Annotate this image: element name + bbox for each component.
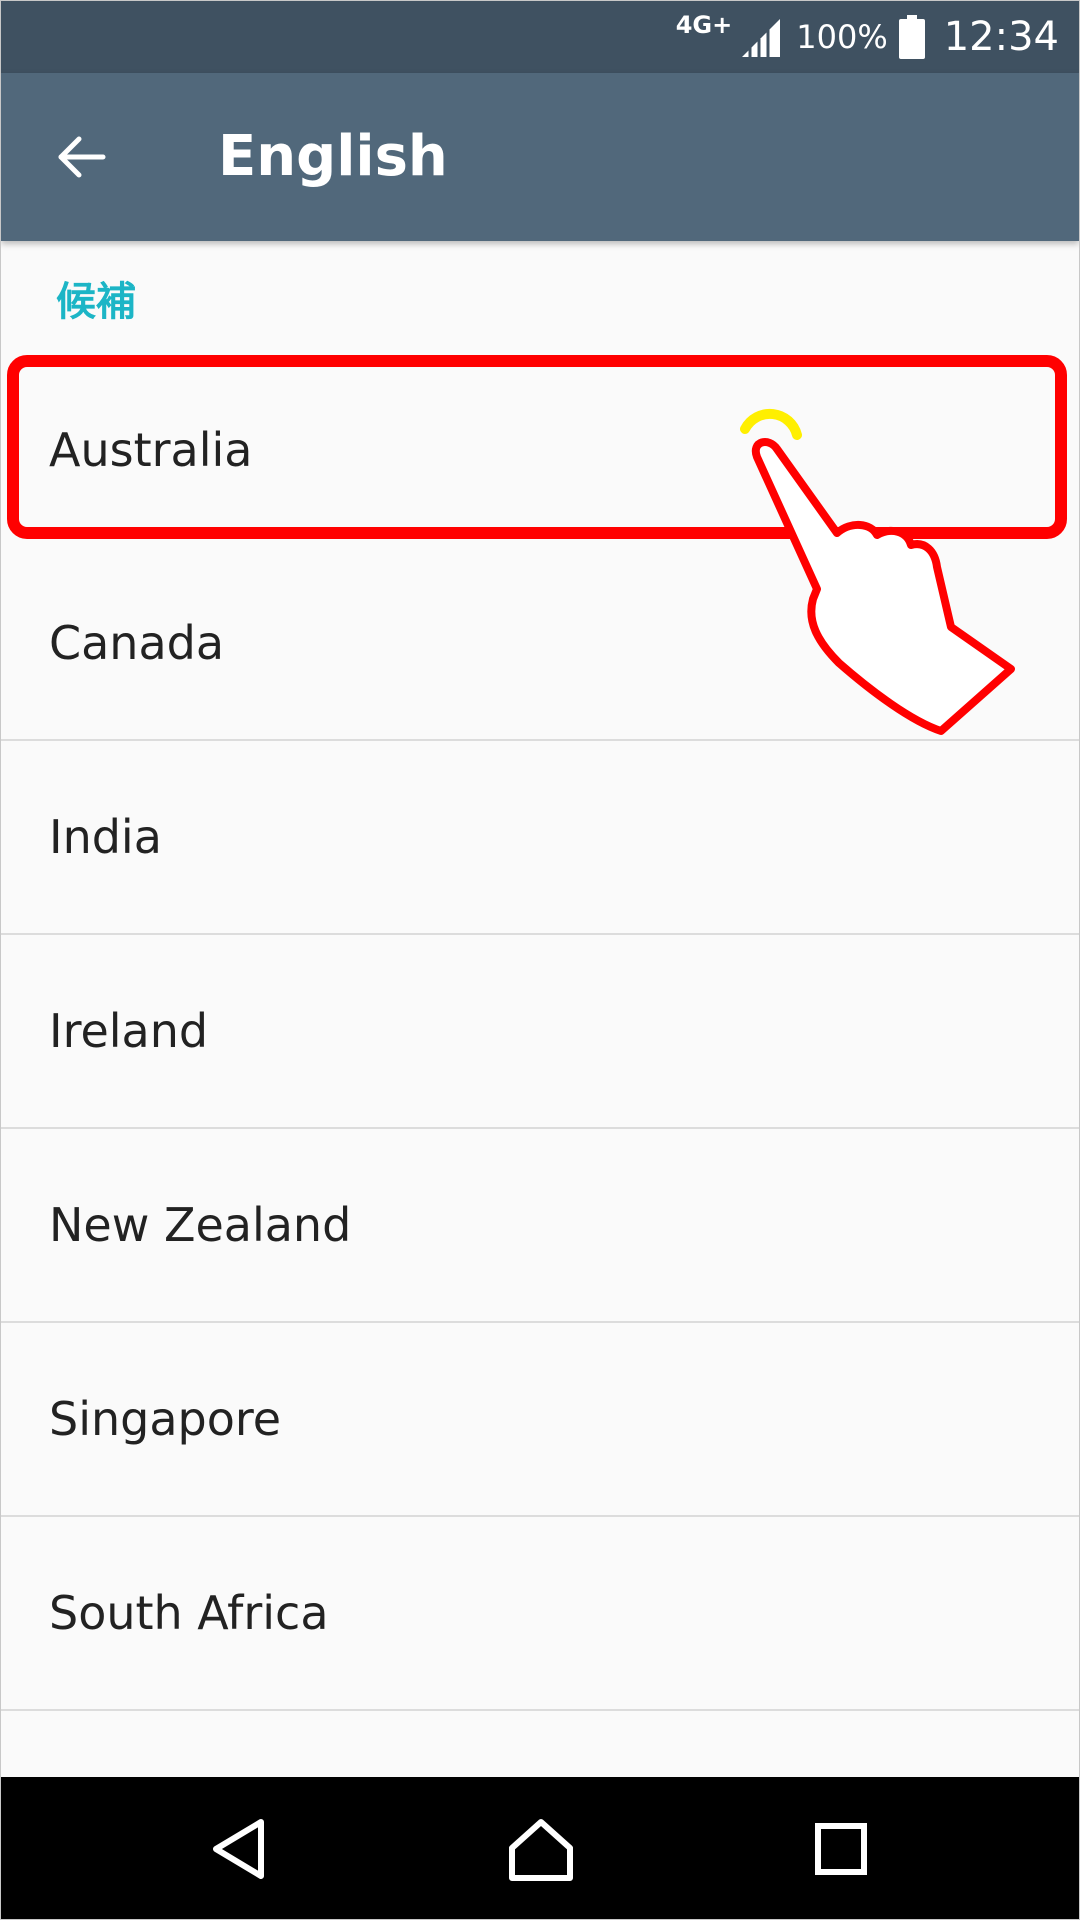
list-item-australia[interactable]: Australia [1,353,1079,547]
list-item-label: India [49,810,162,864]
back-button[interactable] [41,117,121,197]
home-icon [509,1819,573,1881]
nav-back-button[interactable] [201,1809,281,1889]
list-item-label: New Zealand [49,1198,352,1252]
app-bar: English [1,73,1079,241]
list-item-new-zealand[interactable]: New Zealand [1,1129,1079,1323]
square-recents-icon [815,1823,867,1875]
nav-home-button[interactable] [501,1809,581,1889]
triangle-back-icon [213,1819,264,1879]
list-item-india[interactable]: India [1,741,1079,935]
list-item-partial[interactable] [1,1711,1079,1771]
list-item-label: Canada [49,616,225,670]
nav-recents-button[interactable] [801,1809,881,1889]
clock: 12:34 [943,14,1059,60]
region-list: Australia Canada India Ireland New Zeala… [1,353,1079,1771]
navigation-bar [1,1777,1079,1919]
arrow-left-icon [58,136,106,178]
signal-icon [742,19,781,57]
status-indicators: 4G+ 100% 12:34 [676,1,1059,73]
battery-percent: 100% [796,18,888,56]
section-header-suggestions: 候補 [56,279,136,325]
status-bar: 4G+ 100% 12:34 [1,1,1079,73]
list-item-label: South Africa [49,1586,329,1640]
list-item-label: Ireland [49,1004,209,1058]
list-item-ireland[interactable]: Ireland [1,935,1079,1129]
page-title: English [218,124,448,189]
list-item-canada[interactable]: Canada [1,547,1079,741]
list-item-label: Australia [49,423,253,477]
network-type: 4G+ [675,11,733,39]
list-item-south-africa[interactable]: South Africa [1,1517,1079,1711]
phone-screen: 4G+ 100% 12:34 English 候補 Australia Cana… [0,0,1080,1920]
list-item-label: Singapore [49,1392,282,1446]
battery-icon [898,15,925,59]
list-item-singapore[interactable]: Singapore [1,1323,1079,1517]
